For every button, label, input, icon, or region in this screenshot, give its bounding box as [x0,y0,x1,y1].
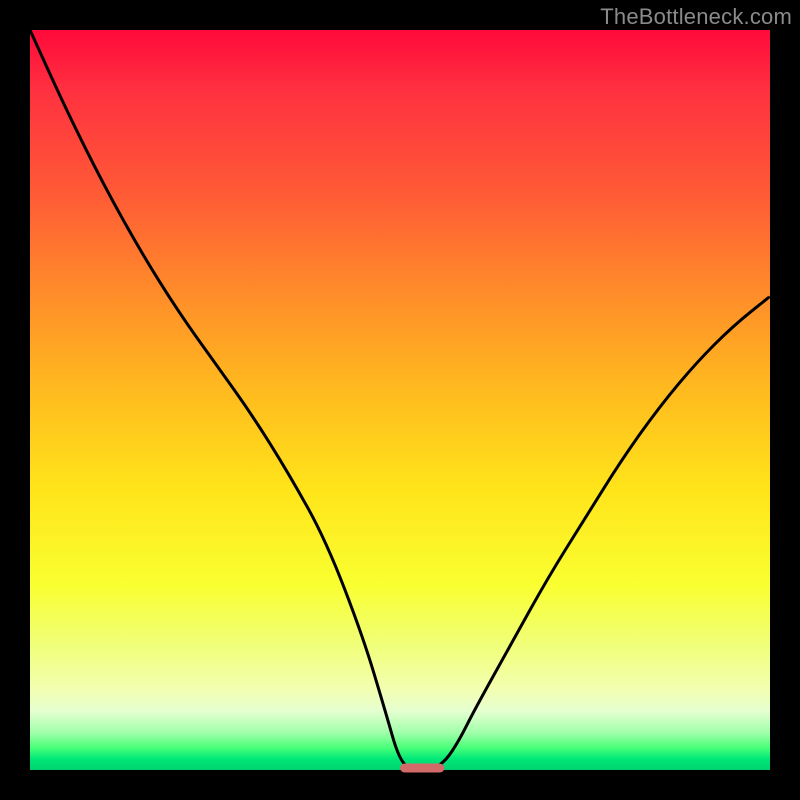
plot-area [30,30,770,770]
watermark-text: TheBottleneck.com [600,4,792,30]
optimum-marker-layer [30,30,770,770]
optimum-marker [400,764,444,773]
chart-frame: TheBottleneck.com [0,0,800,800]
